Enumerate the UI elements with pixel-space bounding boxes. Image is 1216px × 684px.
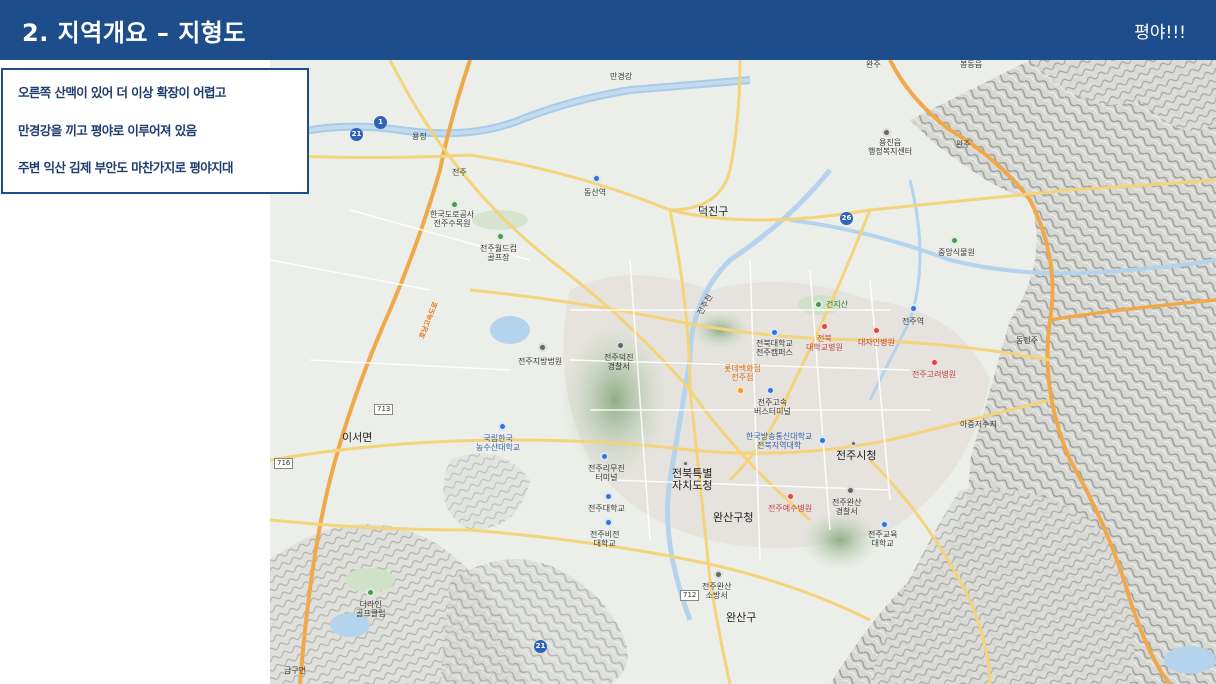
marker-daejain[interactable] (872, 326, 881, 335)
marker-arboretum-kec[interactable] (450, 200, 459, 209)
map-label-jeonju-station: 전주역 (902, 317, 925, 326)
map-label-dongjeonju: 동전주 (1016, 336, 1039, 345)
summary-note-box: 오른쪽 산맥이 있어 더 이상 확장이 어렵고 만경강을 끼고 평야로 이루어져… (1, 68, 309, 194)
route-sign-712: 712 (680, 590, 700, 601)
map-label-agri-univ: 국립한국 농수산대학교 (476, 434, 521, 452)
map-label-court: 전주지방법원 (518, 357, 563, 366)
slide-title: 2. 지역개요 – 지형도 (22, 19, 246, 47)
map-label-deokjin-police: 전주덕진 경찰서 (604, 353, 634, 371)
header-bar: 2. 지역개요 – 지형도 평야!!! (0, 0, 1216, 60)
route-sign-713: 713 (374, 404, 394, 415)
map-label-jeonbuk-office: 전북특별 자치도청 (672, 467, 713, 492)
map-label-samrye: 완주 (956, 140, 971, 149)
map-label-jbnu: 전북대학교 전주캠퍼스 (756, 339, 793, 357)
map-label-lotte: 롯데백화점 전주점 (724, 364, 761, 382)
marker-vision-univ[interactable] (604, 518, 613, 527)
marker-agri-univ[interactable] (498, 422, 507, 431)
marker-jbnu-hospital[interactable] (820, 322, 829, 331)
marker-dongsan-station[interactable] (592, 174, 601, 183)
map-label-bongdong: 봉동읍 (960, 60, 983, 69)
marker-wansan-fire[interactable] (714, 570, 723, 579)
map-label-jbnu-hospital: 전북 대학교병원 (806, 334, 843, 352)
marker-jeonbuk-office[interactable] (682, 460, 689, 467)
terrain-map[interactable]: 전북특별 자치도청 전주시청 덕진구 완산구청 완산구 동산역 전주역 동전주 … (270, 60, 1216, 684)
map-label-yongjin: 용진읍 행정복지센터 (868, 138, 913, 156)
map-label-jeonju-city-hall: 전주시청 (836, 449, 877, 462)
marker-city-hall[interactable] (850, 440, 857, 447)
header-annotation: 평야!!! (1134, 23, 1186, 43)
route-badge-21-north: 21 (350, 128, 363, 141)
map-label-worldcup-golf: 전주월드컵 골프장 (480, 244, 517, 262)
map-label-riverside-terminal: 전주리무진 터미널 (588, 464, 625, 482)
marker-national-univ[interactable] (818, 436, 827, 445)
marker-deokjin-police[interactable] (616, 341, 625, 350)
route-badge-1: 1 (374, 116, 387, 129)
map-label-geonjisan: 건지산 (826, 300, 849, 309)
marker-goryeo[interactable] (930, 358, 939, 367)
map-label-manggyeong: 만경강 (610, 72, 633, 81)
map-label-daejain: 대자인병원 (858, 338, 895, 347)
map-label-vision-univ: 전주비전 대학교 (590, 530, 620, 548)
marker-worldcup-golf[interactable] (496, 232, 505, 241)
marker-golf-club[interactable] (366, 588, 375, 597)
marker-yongjin[interactable] (882, 128, 891, 137)
map-label-yongjeong: 용정 (412, 132, 427, 141)
note-line-2: 만경강을 끼고 평야로 이루어져 있음 (18, 123, 197, 138)
map-label-dongsan-station: 동산역 (584, 188, 607, 197)
marker-court[interactable] (538, 343, 547, 352)
map-label-deokjin-gu: 덕진구 (698, 205, 729, 218)
map-label-jesus-hospital: 전주예수병원 (768, 504, 813, 513)
map-label-jeonju-univ: 전주대학교 (588, 504, 625, 513)
marker-arboretum[interactable] (950, 236, 959, 245)
marker-jeonju-univ[interactable] (604, 492, 613, 501)
map-label-reservoir: 아중저수지 (960, 420, 997, 429)
map-label-wansan-fire: 전주완산 소방서 (702, 582, 732, 600)
marker-jeonju-station[interactable] (909, 304, 918, 313)
map-label-kec: 한국도로공사 전주수목원 (430, 210, 475, 228)
map-label-goryeo: 전주고려병원 (912, 370, 957, 379)
map-label-edu-univ: 전주교육 대학교 (868, 530, 898, 548)
map-label-golf-club: 더라인 골프클럽 (356, 600, 386, 618)
route-sign-716: 716 (274, 458, 294, 469)
marker-wansan-police[interactable] (846, 486, 855, 495)
marker-express-terminal[interactable] (766, 386, 775, 395)
map-label-arboretum: 중앙식물원 (938, 248, 975, 257)
route-badge-21-south: 21 (534, 640, 547, 653)
map-label-jeonju-ic: 전주 (452, 168, 467, 177)
marker-jesus-hospital[interactable] (786, 492, 795, 501)
map-label-express-terminal: 전주고속 버스터미널 (754, 398, 791, 416)
map-label-geumgu: 금구면 (284, 666, 307, 675)
marker-edu-univ[interactable] (880, 520, 889, 529)
map-label-wansan-gucheong: 완산구청 (713, 511, 754, 524)
marker-lotte[interactable] (736, 386, 745, 395)
map-label-wanju-top: 완주 (866, 60, 881, 69)
map-label-wansan-police: 전주완산 경찰서 (832, 498, 862, 516)
note-line-3: 주변 익산 김제 부안도 마찬가지로 평야지대 (18, 160, 234, 175)
map-label-wansan-gu: 완산구 (726, 611, 757, 624)
map-label-iseo: 이서면 (342, 431, 373, 444)
marker-jbnu[interactable] (770, 328, 779, 337)
route-badge-26: 26 (840, 212, 853, 225)
note-line-1: 오른쪽 산맥이 있어 더 이상 확장이 어렵고 (18, 85, 226, 100)
map-label-national-univ: 한국방송통신대학교 전북지역대학 (746, 432, 813, 450)
marker-riverside-terminal[interactable] (600, 452, 609, 461)
marker-geonjisan[interactable] (814, 300, 823, 309)
